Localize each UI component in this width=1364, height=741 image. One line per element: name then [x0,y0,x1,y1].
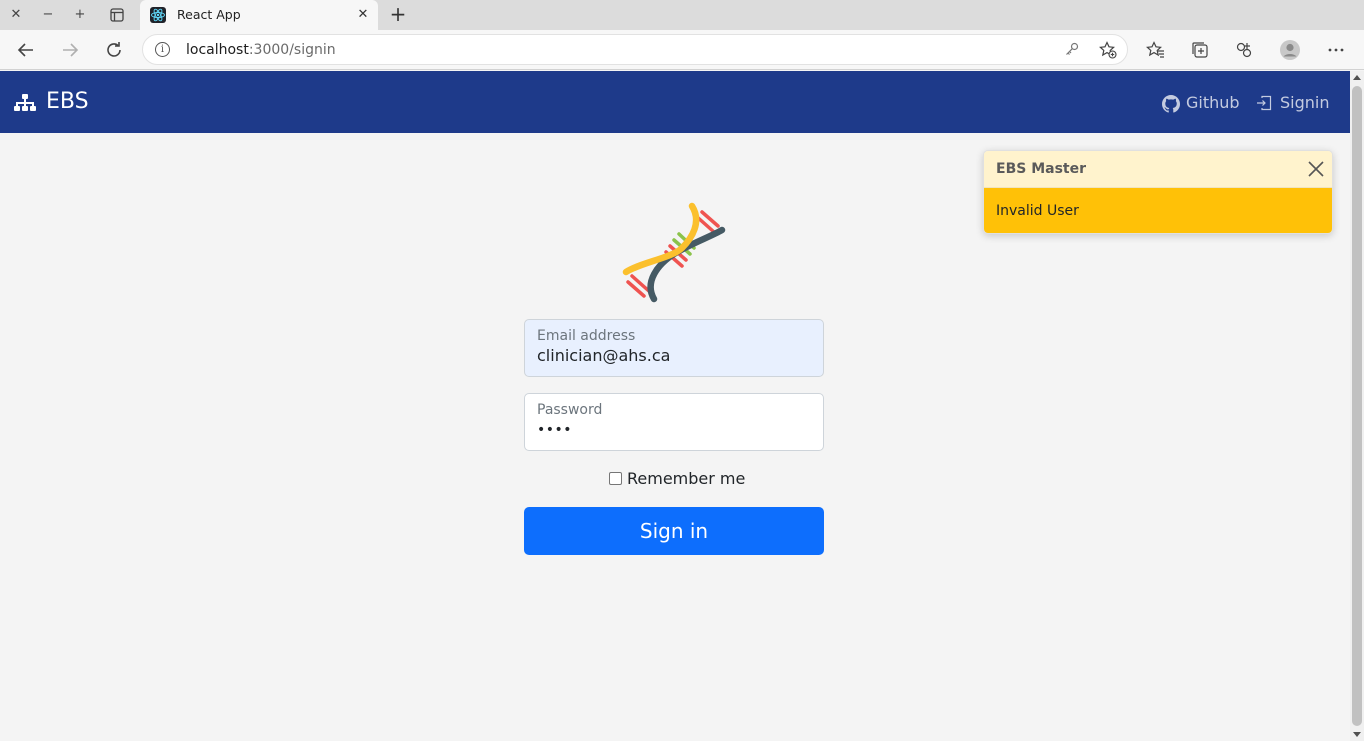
close-icon[interactable] [1306,159,1326,179]
toast-title: EBS Master [996,161,1086,177]
tab-actions-icon[interactable] [107,5,127,25]
app-navbar: EBS Github Signin [0,71,1350,133]
more-icon[interactable] [1324,38,1348,62]
dna-logo-icon [622,202,726,303]
forward-icon[interactable] [58,38,82,62]
tab-title: React App [177,7,241,22]
email-field[interactable]: Email address clinician@ahs.ca [524,319,824,377]
toast-body: Invalid User [984,188,1332,233]
remember-label[interactable]: Remember me [627,469,745,488]
collections-icon[interactable] [1188,38,1212,62]
add-favorite-icon[interactable] [1099,41,1117,59]
address-bar[interactable]: i localhost:3000/signin [142,34,1128,65]
password-label: Password [537,402,603,418]
new-tab-icon[interactable]: + [387,4,409,26]
minimize-icon[interactable]: − [38,5,58,25]
close-window-icon[interactable]: ✕ [6,5,26,25]
email-value[interactable]: clinician@ahs.ca [537,346,670,365]
email-label: Email address [537,328,636,344]
password-field[interactable]: Password •••• [524,393,824,451]
signin-button[interactable]: Sign in [524,507,824,555]
scroll-up-icon[interactable] [1353,75,1361,80]
brand-text: EBS [46,89,89,114]
page-scrollbar[interactable] [1350,71,1364,741]
nav-signin-label: Signin [1280,93,1330,112]
password-value[interactable]: •••• [537,422,572,438]
browser-tab[interactable]: React App ✕ [140,0,378,30]
maximize-icon[interactable]: + [70,5,90,25]
signin-icon [1257,95,1272,111]
sitemap-icon [14,94,36,111]
toast-message: Invalid User [996,203,1079,219]
tab-strip: ✕ − + React App ✕ + [0,0,1364,30]
error-toast: EBS Master Invalid User [983,150,1333,234]
url-text[interactable]: localhost:3000/signin [186,42,336,58]
back-icon[interactable] [14,38,38,62]
extensions-icon[interactable] [1232,38,1256,62]
react-favicon-icon [150,7,166,23]
toast-header: EBS Master [984,151,1332,188]
refresh-icon[interactable] [102,38,126,62]
scroll-down-icon[interactable] [1353,732,1361,737]
nav-github-label: Github [1186,93,1240,112]
url-host: localhost [186,42,249,58]
key-icon[interactable] [1063,41,1081,59]
favorites-icon[interactable] [1144,38,1168,62]
browser-toolbar: i localhost:3000/signin [0,30,1364,70]
profile-icon[interactable] [1278,38,1302,62]
tab-close-icon[interactable]: ✕ [354,6,372,24]
remember-checkbox[interactable] [609,472,622,485]
github-icon [1162,95,1180,113]
site-info-icon[interactable]: i [155,42,170,57]
url-path: :3000/signin [248,42,336,58]
scroll-thumb[interactable] [1352,86,1362,726]
